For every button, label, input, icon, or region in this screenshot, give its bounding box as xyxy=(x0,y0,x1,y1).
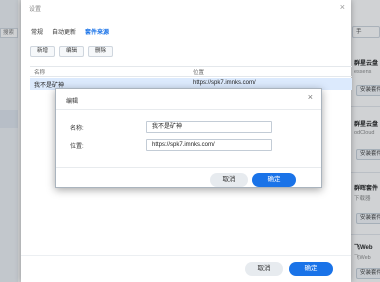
cancel-button[interactable]: 取消 xyxy=(210,173,248,187)
column-header-location[interactable]: 位置 xyxy=(193,68,204,76)
settings-tabs: 常规 自动更新 套件来源 xyxy=(31,27,109,36)
edit-button[interactable]: 编辑 xyxy=(59,46,85,57)
tab-package-sources[interactable]: 套件来源 xyxy=(85,27,109,36)
name-field[interactable]: 我不是矿神 xyxy=(146,121,272,133)
dialog-title: 设置 xyxy=(29,7,42,13)
delete-button[interactable]: 删除 xyxy=(88,46,114,57)
divider xyxy=(21,255,351,256)
close-icon[interactable]: × xyxy=(340,2,345,12)
location-label: 位置: xyxy=(70,144,84,150)
ok-button[interactable]: 确定 xyxy=(252,173,296,187)
close-icon[interactable]: × xyxy=(308,92,313,102)
column-header-name[interactable]: 名称 xyxy=(34,68,45,76)
name-label: 名称: xyxy=(70,126,84,132)
toolbar: 新增 编辑 删除 xyxy=(30,46,114,57)
cancel-button[interactable]: 取消 xyxy=(245,262,283,276)
table-header: 名称 位置 xyxy=(30,66,352,77)
edit-source-dialog: 编辑 × 名称: 我不是矿神 位置: https://spk7.imnks.co… xyxy=(55,88,322,188)
dialog-title: 编辑 xyxy=(66,99,79,105)
tab-auto-update[interactable]: 自动更新 xyxy=(52,27,76,36)
location-field[interactable]: https://spk7.imnks.com/ xyxy=(146,139,272,151)
add-button[interactable]: 新增 xyxy=(30,46,56,57)
source-location-cell: https://spk7.imnks.com/ xyxy=(193,80,256,86)
divider xyxy=(56,167,321,168)
divider xyxy=(56,109,321,110)
ok-button[interactable]: 确定 xyxy=(289,262,333,276)
tab-general[interactable]: 常规 xyxy=(31,27,43,36)
